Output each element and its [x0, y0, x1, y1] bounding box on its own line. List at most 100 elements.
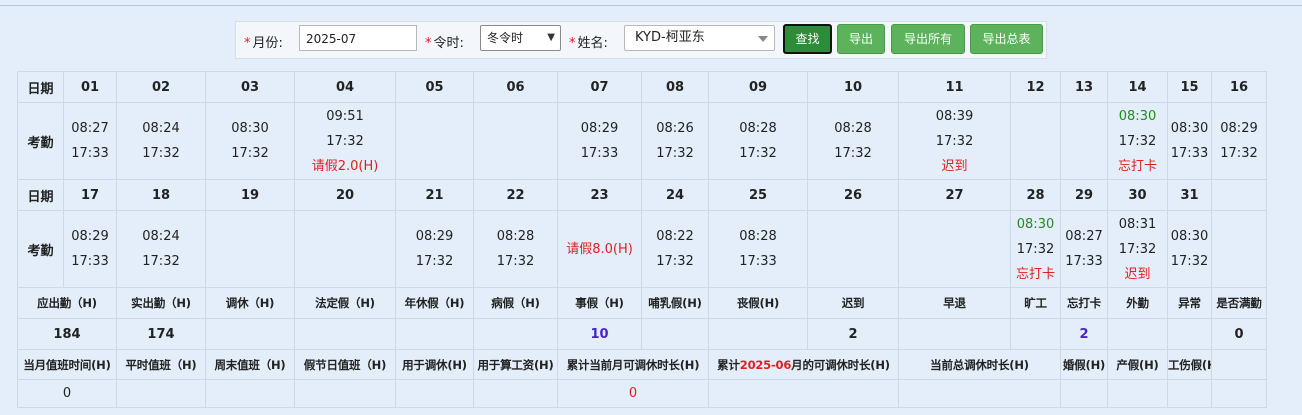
day-cell: 08 — [641, 71, 709, 103]
overtime-value — [708, 379, 899, 408]
summary-header: 法定假（H) — [294, 287, 396, 319]
attendance-cell — [473, 102, 558, 180]
overtime-value — [294, 379, 396, 408]
day-cell: 16 — [1211, 71, 1267, 103]
attendance-cell: 08:28 17:32 — [807, 102, 899, 180]
day-cell: 11 — [898, 71, 1011, 103]
name-select[interactable]: KYD-柯亚东 — [624, 25, 775, 51]
summary-header: 年休假（H) — [395, 287, 474, 319]
attendance-cell: 08:39 17:32 迟到 — [898, 102, 1011, 180]
overtime-header: 周末值班（H) — [205, 349, 295, 380]
day-cell: 10 — [807, 71, 899, 103]
attendance-cell: 08:29 17:32 — [395, 210, 474, 288]
attendance-row-label: 考勤 — [17, 210, 64, 288]
summary-value — [1167, 318, 1212, 350]
overtime-header: 工伤假(H) — [1167, 349, 1212, 380]
attendance-cell — [807, 210, 899, 288]
find-button[interactable]: 查找 — [783, 24, 832, 54]
day-cell: 07 — [557, 71, 642, 103]
overtime-header: 当前总调休时长(H) — [898, 349, 1061, 380]
day-cell: 06 — [473, 71, 558, 103]
attendance-cell: 08:30 17:32 忘打卡 — [1010, 210, 1061, 288]
search-toolbar: * 月份: 2025-07 * 令时: 冬令时 ▼ * 姓名: KYD-柯亚东 查找 导… — [235, 21, 1047, 59]
day-cell: 09 — [708, 71, 808, 103]
overtime-value: 0 — [17, 379, 117, 408]
day-cell: 03 — [205, 71, 295, 103]
summary-value: 2 — [807, 318, 899, 350]
day-cell: 26 — [807, 179, 899, 211]
day-cell: 13 — [1060, 71, 1108, 103]
day-cell — [1211, 179, 1267, 211]
export-summary-button[interactable]: 导出总表 — [970, 24, 1043, 54]
day-cell: 02 — [116, 71, 206, 103]
attendance-cell: 08:28 17:32 — [708, 102, 808, 180]
day-cell: 28 — [1010, 179, 1061, 211]
overtime-header: 产假(H) — [1107, 349, 1168, 380]
day-cell: 14 — [1107, 71, 1168, 103]
leave-note: 请假8.0(H) — [566, 241, 633, 257]
attendance-cell: 08:27 17:33 — [63, 102, 117, 180]
day-cell: 27 — [898, 179, 1011, 211]
summary-value: 184 — [17, 318, 117, 350]
overtime-header: 累计2025-06月的可调休时长(H) — [708, 349, 899, 380]
attendance-cell: 08:26 17:32 — [641, 102, 709, 180]
attendance-cell: 09:51 17:32 请假2.0(H) — [294, 102, 396, 180]
summary-header: 病假（H) — [473, 287, 558, 319]
overtime-value — [116, 379, 206, 408]
attendance-cell: 08:29 17:33 — [557, 102, 642, 180]
shift-select[interactable]: 冬令时 ▼ — [480, 25, 561, 51]
day-cell: 20 — [294, 179, 396, 211]
summary-value — [1107, 318, 1168, 350]
summary-header: 事假（H) — [557, 287, 642, 319]
summary-value: 174 — [116, 318, 206, 350]
attendance-cell: 08:28 17:33 — [708, 210, 808, 288]
overtime-header: 用于调休(H) — [395, 349, 474, 380]
day-cell: 19 — [205, 179, 295, 211]
attendance-cell: 08:30 17:32 忘打卡 — [1107, 102, 1168, 180]
attendance-cell: 08:30 17:33 — [1167, 102, 1212, 180]
attendance-cell — [294, 210, 396, 288]
attendance-cell: 08:24 17:32 — [116, 210, 206, 288]
overtime-value-row: 0 0 — [17, 379, 1267, 408]
summary-header: 丧假(H) — [708, 287, 808, 319]
attendance-table: 日期 01 02 03 04 05 06 07 08 09 10 11 12 1… — [17, 71, 1267, 408]
day-cell: 29 — [1060, 179, 1108, 211]
month-label: * 月份: — [244, 36, 283, 51]
attendance-cell — [1211, 210, 1267, 288]
shift-label: * 令时: — [425, 36, 464, 51]
day-cell: 15 — [1167, 71, 1212, 103]
date-row-week2: 日期 17 18 19 20 21 22 23 24 25 26 27 28 2… — [17, 179, 1267, 211]
attendance-cell — [1060, 102, 1108, 180]
summary-value — [473, 318, 558, 350]
month-input[interactable]: 2025-07 — [299, 25, 417, 51]
summary-header: 是否满勤 — [1211, 287, 1267, 319]
summary-value — [898, 318, 1011, 350]
summary-header: 实出勤（H) — [116, 287, 206, 319]
overtime-header: 假节日值班（H) — [294, 349, 396, 380]
day-cell: 01 — [63, 71, 117, 103]
summary-value: 10 — [557, 318, 642, 350]
attendance-cell: 请假8.0(H) — [557, 210, 642, 288]
missed-punch-note: 忘打卡 — [1015, 266, 1055, 282]
summary-value: 2 — [1060, 318, 1108, 350]
summary-header: 迟到 — [807, 287, 899, 319]
summary-value — [641, 318, 709, 350]
leave-note: 请假2.0(H) — [311, 158, 379, 174]
overtime-value — [1107, 379, 1168, 408]
overtime-header-row: 当月值班时间(H) 平时值班（H) 周末值班（H) 假节日值班（H) 用于调休(… — [17, 349, 1267, 380]
late-note: 迟到 — [941, 158, 968, 174]
summary-header: 外勤 — [1107, 287, 1168, 319]
export-all-button[interactable]: 导出所有 — [891, 24, 965, 54]
attendance-cell — [898, 210, 1011, 288]
attendance-cell: 08:22 17:32 — [641, 210, 709, 288]
attendance-row-label: 考勤 — [17, 102, 64, 180]
date-row-label: 日期 — [17, 179, 64, 211]
export-button[interactable]: 导出 — [837, 24, 885, 54]
summary-header: 早退 — [898, 287, 1011, 319]
overtime-value — [395, 379, 474, 408]
summary-header: 旷工 — [1010, 287, 1061, 319]
summary-header: 应出勤（H) — [17, 287, 117, 319]
summary-header: 忘打卡 — [1060, 287, 1108, 319]
day-cell: 25 — [708, 179, 808, 211]
overtime-value — [205, 379, 295, 408]
